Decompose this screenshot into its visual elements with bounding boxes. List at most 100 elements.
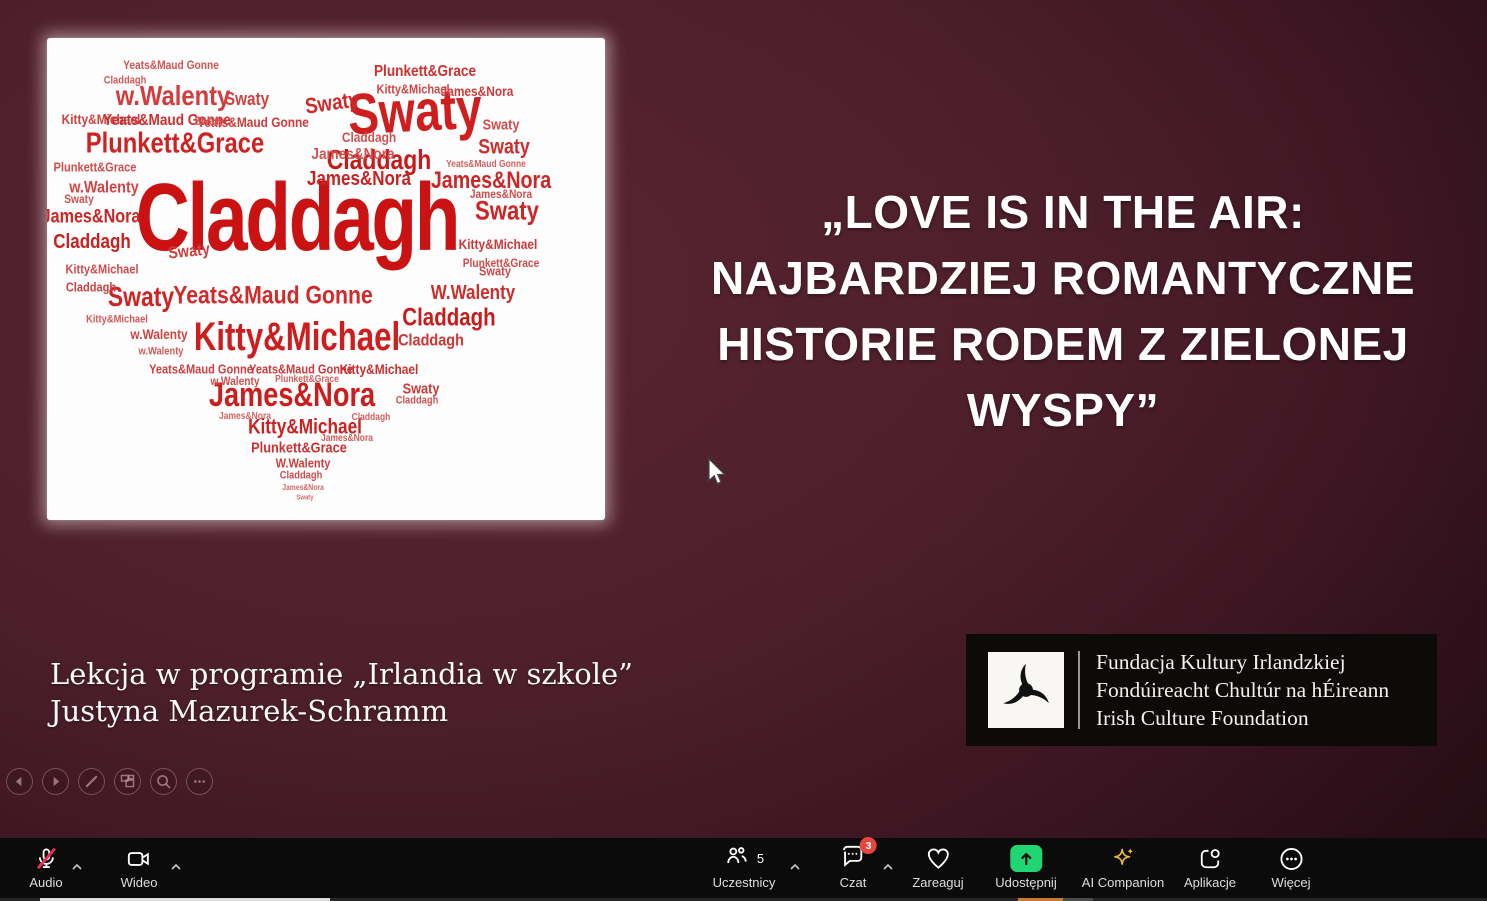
word-cloud-word: Swaty [475,198,539,225]
word-cloud-word: Claddagh [104,76,147,87]
word-cloud-word: Plunkett&Grace [251,441,347,456]
apps-icon [1197,845,1223,872]
share-screen-button[interactable]: Udostępnij [995,845,1056,890]
ai-companion-label: AI Companion [1082,875,1164,890]
video-button[interactable]: Wideo [121,845,158,890]
microphone-muted-icon [33,845,59,872]
foundation-name-en: Irish Culture Foundation [1096,704,1389,732]
heart-icon [925,845,951,872]
video-label: Wideo [121,875,158,890]
foundation-name-ga: Fondúireacht Chultúr na hÉireann [1096,676,1389,704]
previous-slide-button[interactable] [6,768,33,795]
chat-bubble-icon: 3 [840,843,866,874]
word-cloud-word: w.Walenty [130,327,187,341]
credit-line1: Lekcja w programie „Irlandia w szkole” [50,656,633,693]
word-cloud-word: Kitty&Michael [86,315,148,326]
presentation-slide: CladdaghSwatyKitty&MichaelJames&NoraYeat… [0,0,1487,901]
ai-companion-button[interactable]: AI Companion [1082,845,1164,890]
share-screen-label: Udostępnij [995,875,1056,890]
apps-button[interactable]: Aplikacje [1184,845,1236,890]
audio-label: Audio [29,875,62,890]
word-cloud-word: W.Walenty [431,283,515,303]
chat-unread-badge: 3 [860,837,877,854]
word-cloud-word: Swaty [479,265,511,278]
chat-button[interactable]: 3 Czat [840,845,867,890]
word-cloud-word: Kitty&Michael [194,317,400,357]
more-button[interactable]: Więcej [1271,845,1310,890]
word-cloud-word: James&Nora [441,84,514,98]
participants-count: 5 [757,851,764,866]
word-cloud-word: James&Nora [307,169,411,189]
word-cloud-word: Swaty [296,495,313,502]
word-cloud-word: Kitty&Michael [65,263,138,276]
word-cloud: CladdaghSwatyKitty&MichaelJames&NoraYeat… [47,38,605,520]
word-cloud-word: James&Nora [311,147,394,163]
word-cloud-word: Kitty&Michael [340,362,419,376]
word-cloud-word: Yeats&Maud Gonne [446,160,526,170]
next-slide-button[interactable] [42,768,69,795]
video-camera-icon [126,845,152,872]
audio-button[interactable]: Audio [29,845,62,890]
word-cloud-word: Swaty [478,137,530,158]
slide-credit: Lekcja w programie „Irlandia w szkole” J… [50,656,633,730]
meeting-toolbar: Audio Wideo 5 Uczestni [0,838,1487,898]
video-chevron-icon[interactable] [170,858,182,876]
foundation-text: Fundacja Kultury Irlandzkiej Fondúireach… [1096,648,1389,732]
word-cloud-word: Kitty&Michael [376,83,449,96]
word-cloud-word: w.Walenty [210,375,259,387]
word-cloud-word: Swaty [225,90,269,108]
foundation-divider [1078,651,1080,729]
slide-title-line4: WYSPY” [652,377,1474,443]
slideshow-controls [6,768,213,795]
share-screen-icon [1010,845,1042,872]
audio-chevron-icon[interactable] [71,858,83,876]
word-cloud-word: James&Nora [282,484,324,492]
word-cloud-word: Claddagh [398,332,464,349]
triskele-icon [988,652,1064,728]
participants-chevron-icon[interactable] [789,858,801,876]
word-cloud-word: W.Walenty [276,457,331,470]
credit-line2: Justyna Mazurek-Schramm [50,693,633,730]
more-label: Więcej [1271,875,1310,890]
word-cloud-word: Yeats&Maud Gonne [123,59,219,71]
word-cloud-word: Claddagh [53,232,130,252]
participants-icon [724,843,750,874]
slide-title-line1: „LOVE IS IN THE AIR: [652,179,1474,245]
word-cloud-word: James&Nora [470,188,532,200]
foundation-banner: Fundacja Kultury Irlandzkiej Fondúireach… [966,634,1437,746]
chat-chevron-icon[interactable] [882,858,894,876]
slide-title-line3: HISTORIE RODEM Z ZIELONEJ [652,311,1474,377]
more-ellipsis-icon [1278,845,1304,872]
word-cloud-word: Claddagh [352,413,391,423]
word-cloud-word: Yeats&Maud Gonne [173,284,373,309]
word-cloud-word: Swaty [108,283,174,311]
participants-label: Uczestnicy [713,875,776,890]
word-cloud-word: Claddagh [280,471,323,482]
react-label: Zareaguj [912,875,963,890]
word-cloud-word: Kitty&Michael [459,237,538,251]
pen-button[interactable] [78,768,105,795]
zoom-magnifier-button[interactable] [150,768,177,795]
more-options-button[interactable] [186,768,213,795]
word-cloud-word: Swaty [167,240,210,261]
word-cloud-word: Plunkett&Grace [54,161,137,174]
word-cloud-word: Plunkett&Grace [275,375,339,385]
word-cloud-word: Claddagh [402,306,495,331]
see-all-slides-button[interactable] [114,768,141,795]
word-cloud-word: Claddagh [342,130,396,144]
word-cloud-word: w.Walenty [138,347,183,358]
word-cloud-word: Swaty [483,118,520,133]
word-cloud-word: James&Nora [47,208,140,227]
apps-label: Aplikacje [1184,875,1236,890]
react-button[interactable]: Zareaguj [912,845,963,890]
word-cloud-word: Plunkett&Grace [374,64,476,80]
ai-sparkle-icon [1109,845,1136,872]
chat-label: Czat [840,875,867,890]
participants-button[interactable]: 5 Uczestnicy [713,845,776,890]
word-cloud-word: Claddagh [396,396,439,407]
word-cloud-word: Swaty [64,193,93,205]
word-cloud-word: Plunkett&Grace [86,130,264,159]
word-cloud-word: Swaty [194,115,223,127]
heart-word-cloud-card: CladdaghSwatyKitty&MichaelJames&NoraYeat… [47,38,605,520]
slide-title: „LOVE IS IN THE AIR: NAJBARDZIEJ ROMANTY… [652,179,1474,443]
